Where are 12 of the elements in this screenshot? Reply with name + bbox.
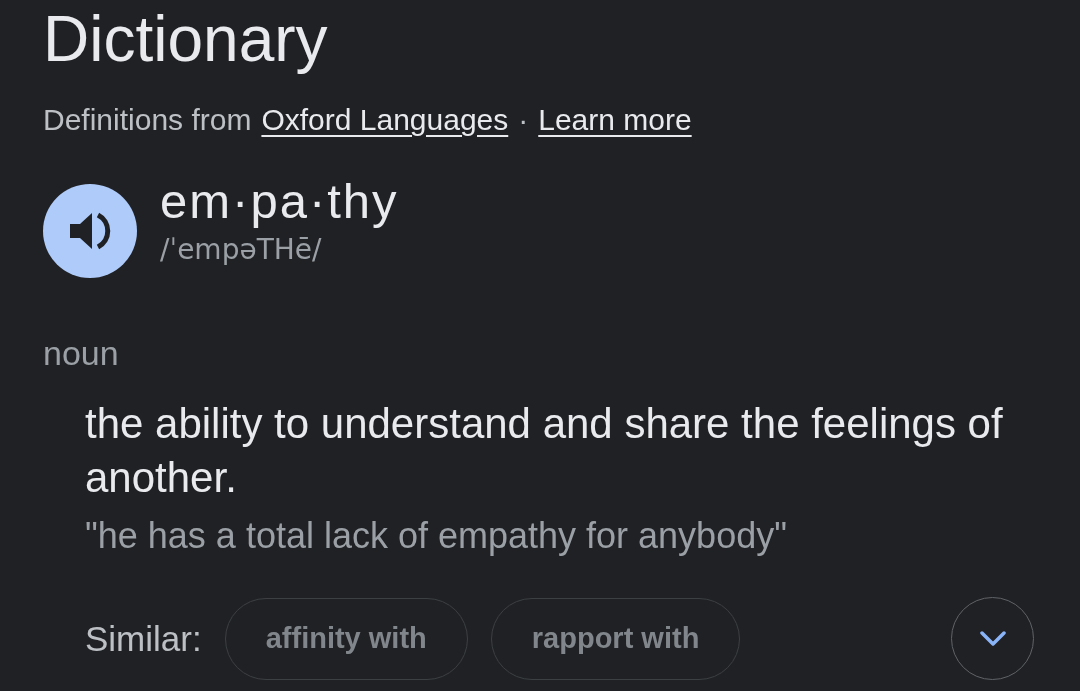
dictionary-title: Dictionary (43, 2, 328, 77)
example-sentence: "he has a total lack of empathy for anybody" (85, 515, 787, 557)
oxford-languages-link[interactable]: Oxford Languages (261, 102, 509, 138)
definition-text: the ability to understand and share the feelings of another. (85, 399, 1004, 503)
source-text: Definitions from (43, 102, 252, 138)
separator-dot: · (518, 102, 529, 138)
headword: em·pa·thy (160, 173, 399, 229)
chevron-down-icon (979, 630, 1006, 647)
pronunciation: /ˈempəTHē/ (160, 232, 322, 268)
similar-label: Similar: (85, 618, 202, 659)
learn-more-link[interactable]: Learn more (538, 102, 692, 138)
part-of-speech: noun (43, 333, 119, 373)
